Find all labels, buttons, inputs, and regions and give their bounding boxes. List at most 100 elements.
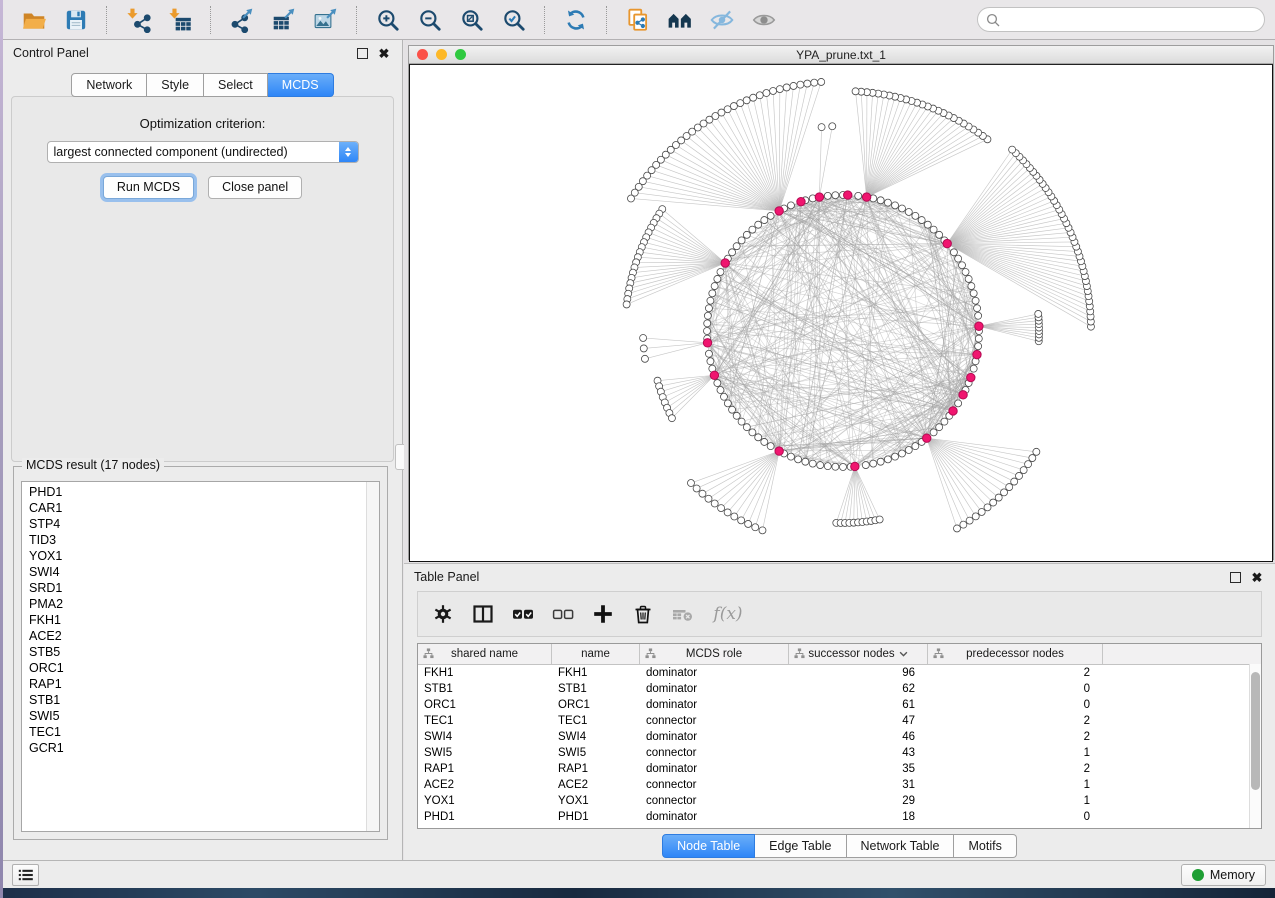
float-panel-button[interactable] bbox=[354, 45, 370, 61]
search-input[interactable] bbox=[1006, 12, 1256, 28]
mcds-result-item[interactable]: GCR1 bbox=[22, 740, 379, 756]
export-network-button[interactable] bbox=[224, 4, 260, 36]
mcds-result-item[interactable]: FKH1 bbox=[22, 612, 379, 628]
table-row[interactable]: ACE2ACE2connector311 bbox=[418, 777, 1261, 793]
mcds-result-item[interactable]: ACE2 bbox=[22, 628, 379, 644]
mcds-result-item[interactable]: TEC1 bbox=[22, 724, 379, 740]
table-row[interactable]: PHD1PHD1dominator180 bbox=[418, 809, 1261, 825]
zoom-selected-button[interactable] bbox=[496, 4, 532, 36]
list-icon bbox=[18, 868, 34, 882]
table-row[interactable]: FKH1FKH1dominator962 bbox=[418, 665, 1261, 681]
memory-button[interactable]: Memory bbox=[1181, 864, 1266, 886]
table-row[interactable]: TEC1TEC1connector472 bbox=[418, 713, 1261, 729]
tab-motifs[interactable]: Motifs bbox=[954, 834, 1016, 858]
export-table-button[interactable] bbox=[266, 4, 302, 36]
table-toolbar: f(x) bbox=[417, 591, 1262, 637]
criterion-dropdown[interactable]: largest connected component (undirected) bbox=[47, 141, 359, 163]
table-cell: SWI4 bbox=[552, 731, 640, 743]
table-cell: 61 bbox=[789, 699, 928, 711]
deselect-all-button[interactable] bbox=[546, 597, 580, 631]
network-canvas[interactable] bbox=[409, 64, 1273, 562]
mcds-result-item[interactable]: CAR1 bbox=[22, 500, 379, 516]
duplicate-network-icon bbox=[625, 7, 651, 33]
delete-table-button bbox=[666, 597, 700, 631]
import-table-button[interactable] bbox=[162, 4, 198, 36]
table-cell: connector bbox=[640, 715, 789, 727]
table-row[interactable]: SWI5SWI5connector431 bbox=[418, 745, 1261, 761]
tab-network-table[interactable]: Network Table bbox=[847, 834, 955, 858]
zoom-fit-button[interactable] bbox=[454, 4, 490, 36]
column-label: successor nodes bbox=[808, 648, 894, 660]
mcds-result-item[interactable]: SWI5 bbox=[22, 708, 379, 724]
run-mcds-button[interactable]: Run MCDS bbox=[103, 176, 194, 199]
table-row[interactable]: RAP1RAP1dominator352 bbox=[418, 761, 1261, 777]
dropdown-stepper-icon bbox=[339, 142, 358, 162]
tab-style[interactable]: Style bbox=[147, 73, 204, 97]
mcds-result-item[interactable]: PMA2 bbox=[22, 596, 379, 612]
column-settings-button[interactable] bbox=[426, 597, 460, 631]
import-network-button[interactable] bbox=[120, 4, 156, 36]
mcds-result-item[interactable]: STB5 bbox=[22, 644, 379, 660]
mcds-list-scrollbar[interactable] bbox=[366, 482, 379, 831]
mcds-result-item[interactable]: RAP1 bbox=[22, 676, 379, 692]
table-scrollbar-thumb[interactable] bbox=[1251, 672, 1260, 790]
table-cell: YOX1 bbox=[418, 795, 552, 807]
table-row[interactable]: STB1STB1dominator620 bbox=[418, 681, 1261, 697]
column-header-MCDS-role[interactable]: MCDS role bbox=[640, 644, 789, 664]
mcds-result-item[interactable]: STP4 bbox=[22, 516, 379, 532]
tab-mcds[interactable]: MCDS bbox=[268, 73, 334, 97]
tab-select[interactable]: Select bbox=[204, 73, 268, 97]
duplicate-network-button[interactable] bbox=[620, 4, 656, 36]
table-cell: PHD1 bbox=[418, 811, 552, 823]
mcds-result-item[interactable]: SWI4 bbox=[22, 564, 379, 580]
delete-column-button[interactable] bbox=[626, 597, 660, 631]
mcds-result-item[interactable]: YOX1 bbox=[22, 548, 379, 564]
table-cell: TEC1 bbox=[418, 715, 552, 727]
table-header-row: shared namenameMCDS role successor nodes p… bbox=[418, 644, 1261, 665]
first-neighbors-button[interactable] bbox=[662, 4, 698, 36]
table-cell: FKH1 bbox=[418, 667, 552, 679]
add-column-button[interactable] bbox=[586, 597, 620, 631]
function-builder-icon: f(x) bbox=[713, 604, 742, 624]
export-image-icon bbox=[313, 7, 339, 33]
delete-table-icon bbox=[671, 602, 695, 626]
mcds-result-list[interactable]: PHD1CAR1STP4TID3YOX1SWI4SRD1PMA2FKH1ACE2… bbox=[21, 481, 380, 832]
mcds-result-item[interactable]: SRD1 bbox=[22, 580, 379, 596]
control-panel: Control Panel ✖ NetworkStyleSelectMCDS O… bbox=[3, 40, 403, 860]
column-header-shared-name[interactable]: shared name bbox=[418, 644, 552, 664]
zoom-in-button[interactable] bbox=[370, 4, 406, 36]
table-row[interactable]: ORC1ORC1dominator610 bbox=[418, 697, 1261, 713]
column-header-name[interactable]: name bbox=[552, 644, 640, 664]
show-panels-button[interactable] bbox=[12, 864, 39, 886]
show-all-button[interactable] bbox=[746, 4, 782, 36]
refresh-button[interactable] bbox=[558, 4, 594, 36]
tab-node-table[interactable]: Node Table bbox=[662, 834, 755, 858]
table-row[interactable]: SWI4SWI4dominator462 bbox=[418, 729, 1261, 745]
split-pane-button[interactable] bbox=[466, 597, 500, 631]
mcds-result-item[interactable]: STB1 bbox=[22, 692, 379, 708]
select-all-button[interactable] bbox=[506, 597, 540, 631]
network-titlebar[interactable]: YPA_prune.txt_1 bbox=[409, 46, 1273, 64]
mcds-result-item[interactable]: PHD1 bbox=[22, 484, 379, 500]
tab-edge-table[interactable]: Edge Table bbox=[755, 834, 846, 858]
table-scrollbar[interactable] bbox=[1249, 664, 1261, 828]
sort-menu-icon[interactable] bbox=[899, 651, 908, 658]
search-box[interactable] bbox=[977, 7, 1265, 32]
float-table-panel-button[interactable] bbox=[1227, 569, 1243, 585]
open-session-button[interactable] bbox=[16, 4, 52, 36]
first-neighbors-icon bbox=[667, 7, 693, 33]
mcds-result-item[interactable]: ORC1 bbox=[22, 660, 379, 676]
close-table-panel-button[interactable]: ✖ bbox=[1249, 569, 1265, 585]
save-session-button[interactable] bbox=[58, 4, 94, 36]
zoom-out-button[interactable] bbox=[412, 4, 448, 36]
column-header-predecessor-nodes[interactable]: predecessor nodes bbox=[928, 644, 1103, 664]
column-header-successor-nodes[interactable]: successor nodes bbox=[789, 644, 928, 664]
tab-network[interactable]: Network bbox=[71, 73, 147, 97]
table-row[interactable]: YOX1YOX1connector291 bbox=[418, 793, 1261, 809]
close-panel-button-2[interactable]: Close panel bbox=[208, 176, 302, 199]
close-panel-button[interactable]: ✖ bbox=[376, 45, 392, 61]
hide-selected-button[interactable] bbox=[704, 4, 740, 36]
right-column: YPA_prune.txt_1 Table Panel bbox=[404, 40, 1275, 860]
export-image-button[interactable] bbox=[308, 4, 344, 36]
mcds-result-item[interactable]: TID3 bbox=[22, 532, 379, 548]
